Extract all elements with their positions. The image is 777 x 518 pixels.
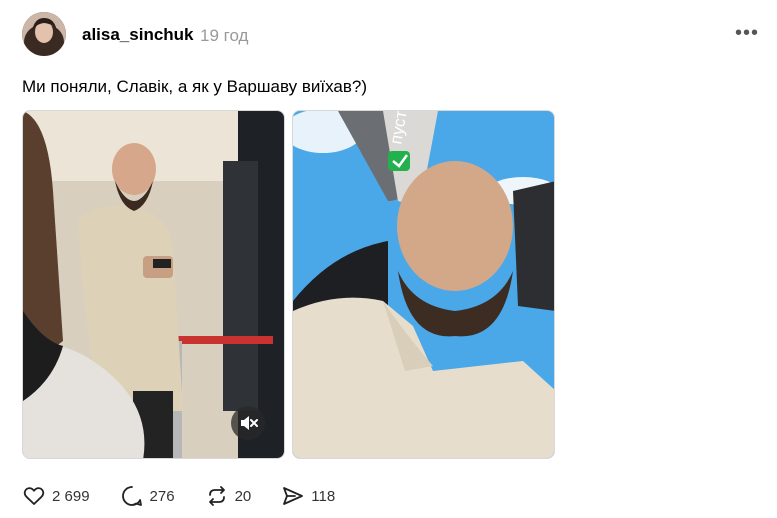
likes-count: 2 699 xyxy=(52,487,90,505)
repost-icon xyxy=(208,486,225,506)
comments-count: 276 xyxy=(149,487,175,505)
post-text: Ми поняли, Славік, а як у Варшаву виїхав… xyxy=(22,77,367,96)
post-actions: 2 699 276 20 118 xyxy=(22,484,365,508)
more-horizontal-icon[interactable]: ••• xyxy=(735,22,759,45)
send-icon xyxy=(283,487,304,505)
share-button[interactable]: 118 xyxy=(281,484,335,508)
post-image[interactable]: пустка xyxy=(292,110,555,459)
post-video[interactable] xyxy=(22,110,285,459)
avatar[interactable] xyxy=(22,12,66,56)
repost-button[interactable]: 20 xyxy=(205,484,252,508)
comment-icon xyxy=(121,486,142,506)
mute-icon[interactable] xyxy=(231,406,265,440)
reposts-count: 20 xyxy=(234,487,252,505)
like-button[interactable]: 2 699 xyxy=(22,484,90,508)
post-time[interactable]: 19 год xyxy=(200,26,248,46)
heart-icon xyxy=(23,487,45,505)
shares-count: 118 xyxy=(311,487,336,505)
author-username[interactable]: alisa_sinchuk xyxy=(82,25,194,45)
comment-button[interactable]: 276 xyxy=(120,484,175,508)
